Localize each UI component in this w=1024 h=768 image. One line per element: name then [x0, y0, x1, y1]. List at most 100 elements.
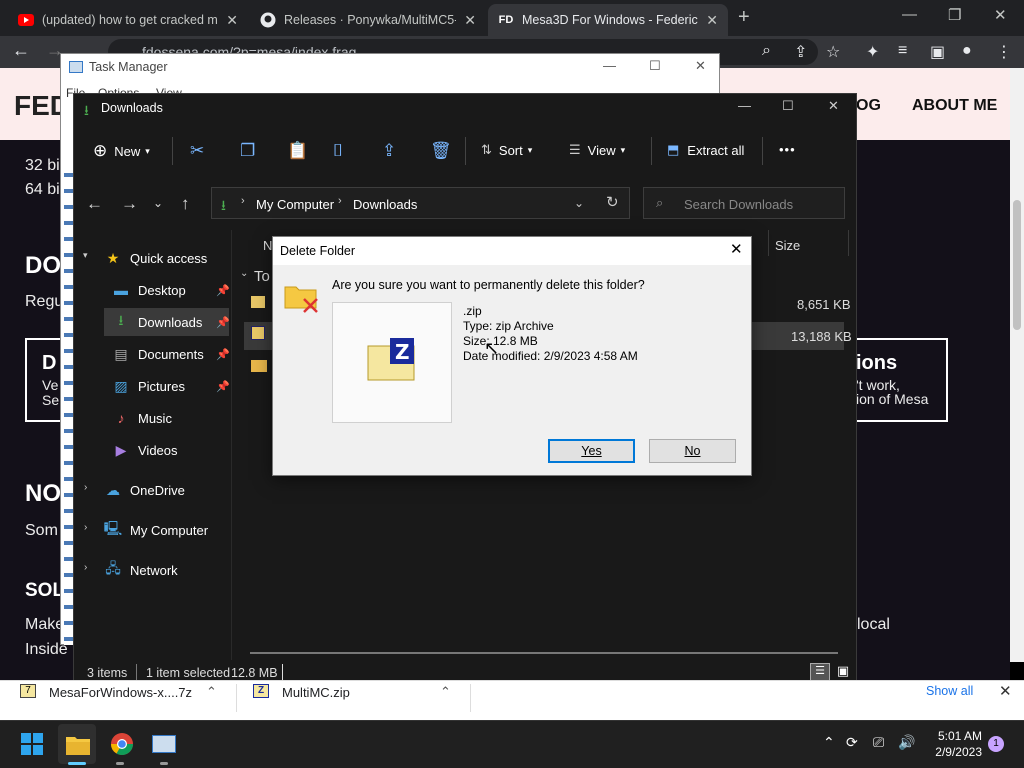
browser-tab-mesa[interactable]: FD Mesa3D For Windows - Federico ✕ — [488, 4, 728, 36]
new-tab-icon[interactable]: + — [738, 6, 750, 29]
close-tab-icon[interactable]: ✕ — [226, 12, 238, 29]
group-header[interactable]: To — [254, 268, 270, 285]
chevron-down-icon[interactable]: ▾ — [83, 250, 88, 261]
menu-icon[interactable]: ⋮ — [996, 42, 1012, 62]
media-icon[interactable]: ≡ — [898, 42, 907, 60]
running-indicator — [116, 762, 124, 765]
browser-tab-youtube[interactable]: (updated) how to get cracked mu ✕ — [8, 4, 248, 36]
chevron-down-icon[interactable]: ⌄ — [240, 268, 248, 279]
window-title: Downloads — [101, 101, 163, 115]
nav-my-computer[interactable]: 🖳 My Computer — [104, 515, 208, 545]
forward-arrow-icon[interactable]: → — [121, 194, 138, 214]
details-view-icon[interactable]: ☰ — [810, 663, 830, 681]
close-icon[interactable]: ✕ — [695, 58, 706, 74]
task-manager-taskbar-icon[interactable] — [152, 735, 176, 753]
nav-onedrive[interactable]: ☁ OneDrive — [104, 475, 185, 505]
site-nav-blog[interactable]: OG — [856, 97, 881, 115]
breadcrumb-my-computer[interactable]: My Computer — [256, 197, 334, 212]
minimize-icon[interactable]: — — [902, 6, 917, 23]
close-downloads-bar-icon[interactable]: ✕ — [999, 682, 1012, 700]
scrollbar-thumb[interactable] — [1013, 200, 1021, 330]
view-button[interactable]: ☰ View ▾ — [569, 142, 625, 158]
cut-icon[interactable]: ✂ — [190, 141, 204, 161]
site-nav-about[interactable]: ABOUT ME — [912, 97, 997, 115]
page-scrollbar[interactable] — [1010, 68, 1024, 662]
horizontal-scrollbar[interactable] — [250, 652, 838, 654]
extract-label: Extract all — [687, 142, 745, 158]
search-icon[interactable]: ⌕ — [762, 42, 771, 60]
sort-button[interactable]: ⇅ Sort ▾ — [481, 142, 532, 158]
column-header-size[interactable]: Size — [775, 238, 800, 253]
chevron-right-icon[interactable]: › — [84, 522, 87, 533]
nav-pictures[interactable]: ▨ Pictures 📌 — [112, 371, 230, 401]
up-arrow-icon[interactable]: ↑ — [181, 194, 190, 214]
extract-all-button[interactable]: ⬒ Extract all — [667, 142, 744, 158]
plus-circle-icon: ⊕ — [93, 141, 108, 160]
new-button[interactable]: ⊕ New ▾ — [93, 141, 150, 161]
nav-quick-access[interactable]: ★ Quick access — [104, 243, 208, 273]
no-button[interactable]: No — [649, 439, 736, 463]
volume-icon[interactable]: 🔊 — [898, 734, 915, 751]
notification-badge[interactable]: 1 — [988, 736, 1004, 752]
file-explorer-taskbar-icon[interactable] — [66, 735, 90, 758]
copy-icon[interactable]: ❐ — [240, 141, 255, 161]
maximize-icon[interactable]: ☐ — [649, 58, 661, 74]
close-window-icon[interactable]: ✕ — [994, 6, 1007, 24]
column-divider[interactable] — [768, 230, 769, 256]
recent-locations-icon[interactable]: ⌄ — [153, 196, 163, 210]
yes-button[interactable]: Yes — [548, 439, 635, 463]
maximize-icon[interactable]: ☐ — [782, 98, 794, 114]
browser-tab-github[interactable]: Releases · Ponywka/MultiMC5-wi ✕ — [250, 4, 486, 36]
chevron-right-icon[interactable]: › — [84, 482, 87, 493]
breadcrumb-downloads[interactable]: Downloads — [353, 197, 417, 212]
close-tab-icon[interactable]: ✕ — [464, 12, 476, 29]
chevron-up-icon[interactable]: ⌃ — [440, 684, 451, 700]
clock-time[interactable]: 5:01 AM — [932, 729, 982, 743]
restore-icon[interactable]: ❐ — [948, 6, 961, 24]
nav-videos[interactable]: ▶ Videos — [112, 435, 178, 465]
nav-desktop[interactable]: ▬ Desktop 📌 — [112, 275, 230, 305]
nav-music[interactable]: ♪ Music — [112, 403, 172, 433]
minimize-icon[interactable]: — — [603, 58, 616, 73]
download-item-multimc[interactable]: MultiMC.zip — [282, 685, 350, 700]
windows-start-icon[interactable] — [21, 733, 43, 758]
chrome-taskbar-icon[interactable] — [110, 732, 134, 759]
column-divider[interactable] — [848, 230, 849, 256]
chevron-right-icon[interactable]: › — [84, 562, 87, 573]
downloads-icon: ⭳ — [221, 197, 226, 213]
clock-date[interactable]: 2/9/2023 — [928, 745, 982, 759]
refresh-icon[interactable]: ↻ — [606, 193, 619, 211]
profile-icon[interactable]: ● — [962, 42, 972, 60]
download-item-mesa[interactable]: MesaForWindows-x....7z — [49, 685, 192, 700]
close-icon[interactable]: ✕ — [730, 240, 743, 258]
extensions-icon[interactable]: ✦ — [866, 42, 879, 62]
rename-icon[interactable]: ⌷ — [333, 141, 343, 161]
star-icon[interactable]: ☆ — [826, 42, 840, 62]
minimize-icon[interactable]: — — [738, 98, 751, 113]
nav-documents[interactable]: ▤ Documents 📌 — [112, 339, 230, 369]
nav-network[interactable]: 🖧 Network — [104, 555, 178, 585]
paste-icon[interactable]: 📋 — [287, 141, 308, 161]
close-tab-icon[interactable]: ✕ — [706, 12, 718, 29]
delete-icon[interactable]: 🗑 — [430, 141, 452, 161]
share-icon[interactable]: ⇪ — [794, 42, 807, 62]
videos-icon: ▶ — [115, 441, 127, 458]
back-arrow-icon[interactable]: ← — [12, 40, 30, 61]
chevron-down-icon[interactable]: ⌄ — [574, 196, 584, 210]
back-arrow-icon[interactable]: ← — [86, 194, 103, 214]
show-all-link[interactable]: Show all — [926, 684, 973, 698]
column-header-name[interactable]: N — [263, 238, 272, 253]
side-panel-icon[interactable]: ▣ — [930, 42, 945, 62]
sync-icon[interactable]: ⟳ — [846, 734, 858, 751]
display-icon[interactable]: ⎚ — [873, 734, 884, 751]
more-options-button[interactable]: ••• — [779, 142, 796, 157]
close-icon[interactable]: ✕ — [828, 98, 839, 114]
chevron-up-icon[interactable]: ⌃ — [823, 734, 835, 751]
site-text: Regu — [25, 293, 64, 310]
tiles-view-icon[interactable]: ▣ — [834, 663, 852, 681]
site-text: Som — [25, 522, 58, 539]
share-icon[interactable]: ⇪ — [382, 141, 396, 161]
chevron-up-icon[interactable]: ⌃ — [206, 684, 217, 700]
nav-downloads[interactable]: ⭳ Downloads 📌 — [112, 307, 230, 337]
pictures-icon: ▨ — [114, 377, 128, 394]
